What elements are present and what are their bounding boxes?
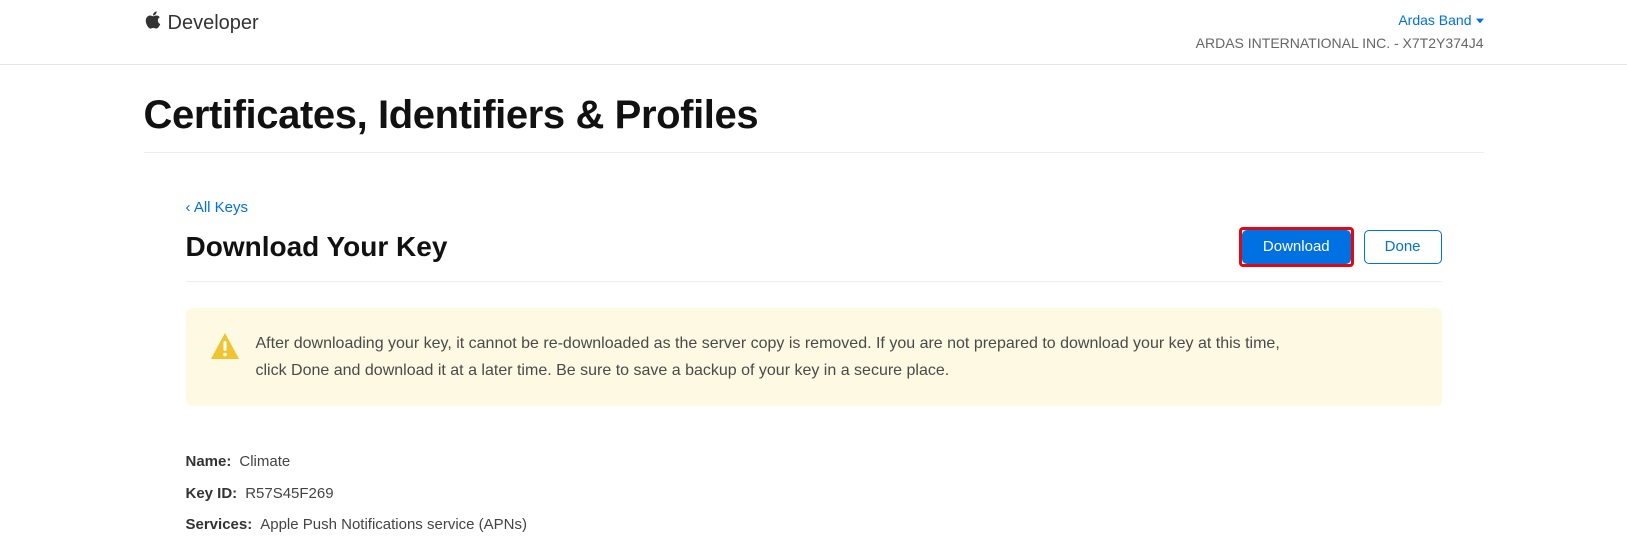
done-button[interactable]: Done — [1364, 230, 1442, 264]
services-label: Services: — [186, 509, 253, 541]
page-title: Certificates, Identifiers & Profiles — [144, 93, 1484, 153]
chevron-down-icon — [1476, 11, 1484, 31]
warning-text: After downloading your key, it cannot be… — [256, 330, 1286, 384]
brand[interactable]: Developer — [144, 10, 259, 36]
download-highlight: Download — [1239, 227, 1354, 267]
button-row: Download Done — [1239, 227, 1442, 267]
keyid-value: R57S45F269 — [245, 478, 333, 510]
detail-row-name: Name: Climate — [186, 446, 1442, 478]
apple-logo-icon — [144, 10, 162, 36]
account-switcher[interactable]: Ardas Band — [1398, 11, 1483, 31]
download-button[interactable]: Download — [1242, 230, 1351, 264]
name-label: Name: — [186, 446, 232, 478]
services-value: Apple Push Notifications service (APNs) — [260, 509, 527, 541]
top-bar: Developer Ardas Band ARDAS INTERNATIONAL… — [0, 0, 1627, 65]
warning-icon — [210, 330, 240, 365]
detail-row-keyid: Key ID: R57S45F269 — [186, 478, 1442, 510]
name-value: Climate — [239, 446, 290, 478]
account-user-name: Ardas Band — [1398, 11, 1471, 31]
detail-row-services: Services: Apple Push Notifications servi… — [186, 509, 1442, 541]
team-line: ARDAS INTERNATIONAL INC. - X7T2Y374J4 — [1196, 34, 1484, 54]
warning-alert: After downloading your key, it cannot be… — [186, 308, 1442, 406]
sub-header: Download Your Key Download Done — [186, 227, 1442, 282]
sub-title: Download Your Key — [186, 231, 448, 263]
back-all-keys-link[interactable]: ‹ All Keys — [186, 199, 249, 216]
org-block: Ardas Band ARDAS INTERNATIONAL INC. - X7… — [1196, 10, 1484, 54]
key-details: Name: Climate Key ID: R57S45F269 Service… — [186, 446, 1442, 541]
keyid-label: Key ID: — [186, 478, 238, 510]
brand-label: Developer — [168, 12, 259, 35]
